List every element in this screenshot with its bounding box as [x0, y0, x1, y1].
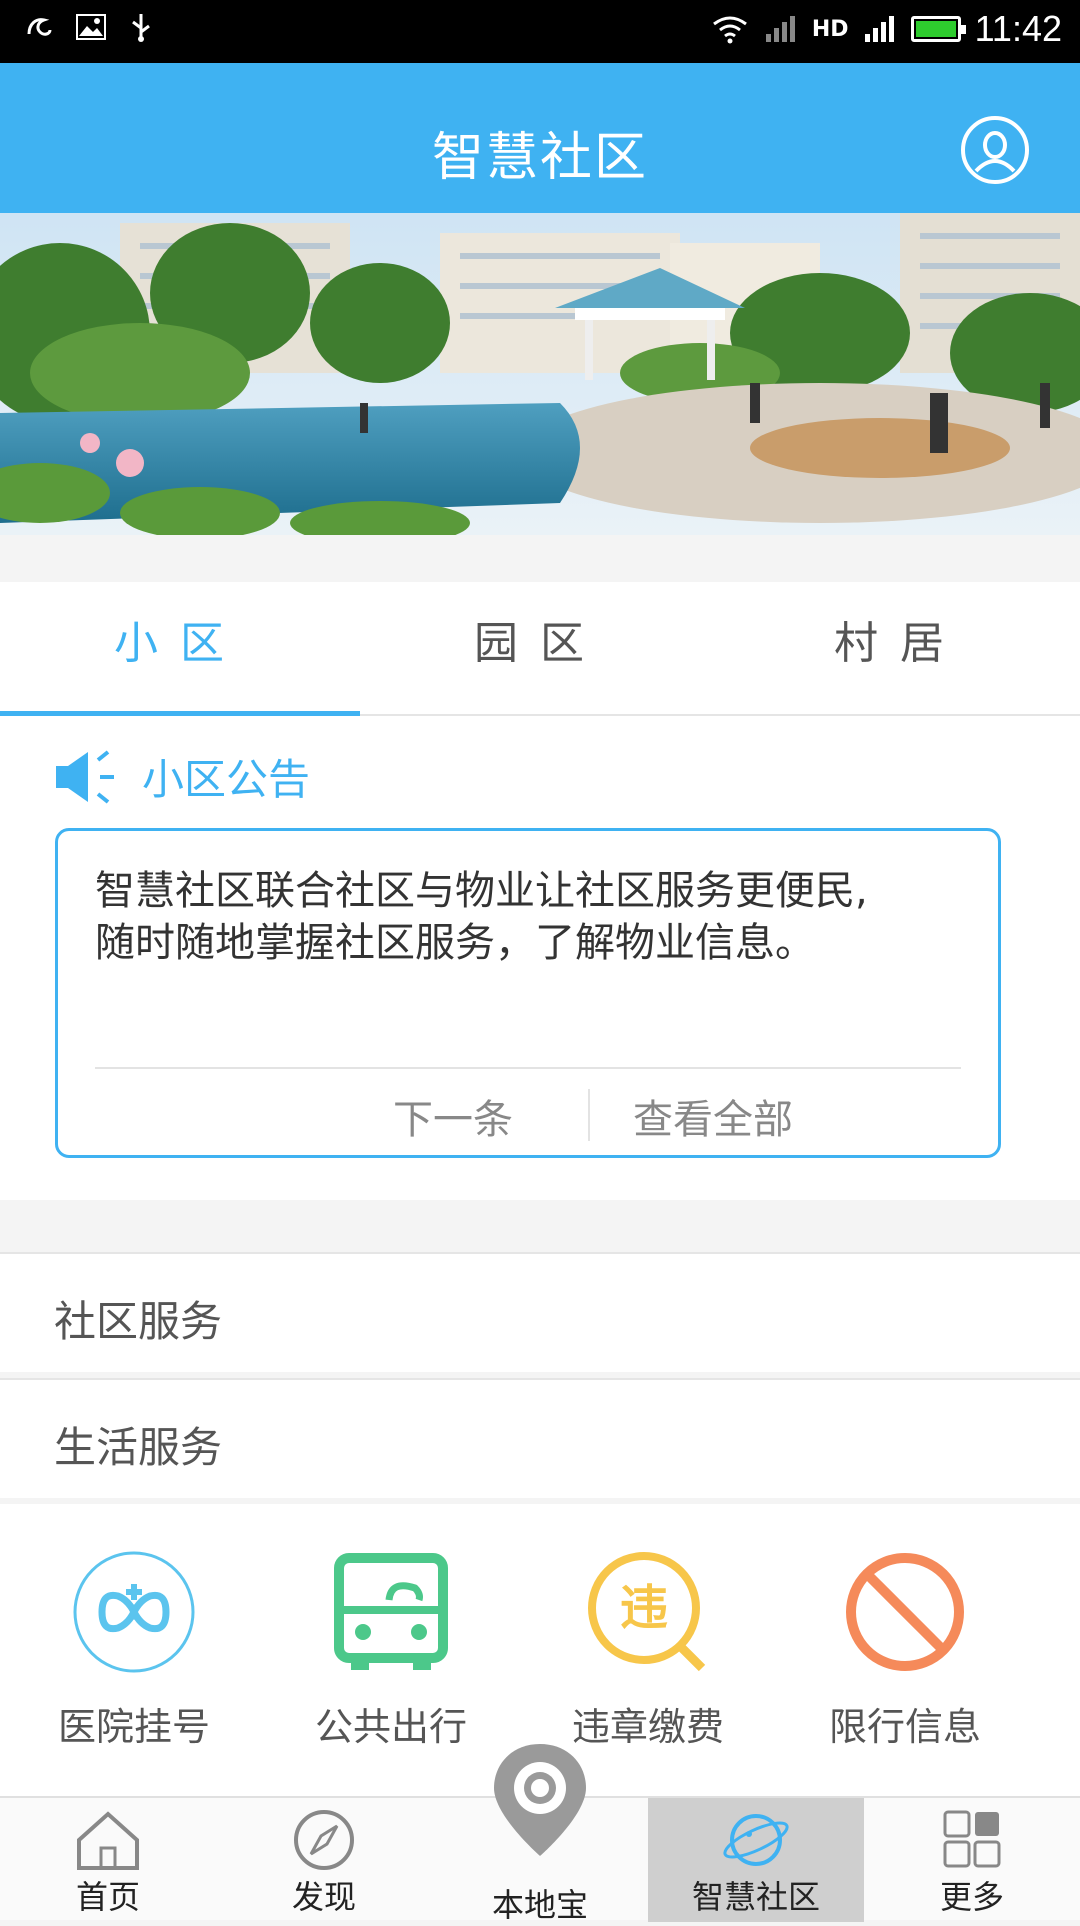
row-label: 生活服务: [54, 1423, 223, 1472]
app-header: 智慧社区: [0, 63, 1080, 213]
nav-label: 更多: [939, 1878, 1004, 1916]
tab-label: 村居: [834, 618, 966, 669]
nav-label: 智慧社区: [691, 1878, 820, 1916]
nav-more[interactable]: 更多: [864, 1798, 1080, 1922]
nav-home[interactable]: 首页: [0, 1798, 216, 1922]
tab-label: 小区: [114, 618, 246, 669]
community-service-row[interactable]: 社区服务: [0, 1252, 1080, 1372]
location-pin-icon[interactable]: [490, 1740, 590, 1860]
notice-content: 智慧社区联合社区与物业让社区服务更便民, 随时随地掌握社区服务，了解物业信息。: [95, 865, 968, 969]
service-transit[interactable]: 公共出行: [281, 1550, 501, 1751]
tab-label: 园区: [474, 618, 606, 669]
divider: [588, 1089, 590, 1141]
battery-icon: [910, 16, 966, 42]
violation-icon: 违: [588, 1552, 706, 1672]
violation-glyph: 违: [620, 1580, 668, 1636]
status-icons-left: [24, 12, 154, 42]
status-bar: HD 11:42: [0, 0, 1080, 63]
view-all-button[interactable]: 查看全部: [633, 1087, 793, 1145]
service-label: 公共出行: [314, 1705, 467, 1749]
notice-title: 小区公告: [142, 755, 311, 804]
category-tabs: 小区 园区 村居: [0, 582, 1080, 716]
service-label: 限行信息: [828, 1705, 981, 1749]
nav-discover[interactable]: 发现: [216, 1798, 432, 1922]
notice-section: 小区公告 智慧社区联合社区与物业让社区服务更便民, 随时随地掌握社区服务，了解物…: [0, 716, 1080, 1200]
user-profile-icon[interactable]: [960, 115, 1030, 185]
service-label: 医院挂号: [57, 1705, 210, 1749]
nav-label: 本地宝: [491, 1886, 588, 1924]
compass-icon: [294, 1810, 354, 1870]
network-type-label: HD: [811, 16, 849, 42]
notice-line: 随时随地掌握社区服务，了解物业信息。: [95, 920, 815, 966]
planet-icon: [723, 1814, 789, 1866]
usb-icon: [132, 14, 150, 42]
notice-card[interactable]: 智慧社区联合社区与物业让社区服务更便民, 随时随地掌握社区服务，了解物业信息。 …: [55, 828, 1001, 1158]
grid-icon: [943, 1810, 1001, 1868]
banner-image[interactable]: [0, 213, 1080, 535]
life-service-row[interactable]: 生活服务: [0, 1378, 1080, 1498]
hospital-icon: [73, 1551, 195, 1673]
gallery-icon: [76, 14, 106, 40]
service-hospital[interactable]: 医院挂号: [24, 1550, 244, 1751]
status-icons-right: HD 11:42: [710, 8, 1062, 50]
signal-weak-icon: [765, 16, 795, 42]
tab-village[interactable]: 村居: [720, 582, 1080, 714]
notice-actions: 下一条 查看全部: [58, 1069, 998, 1159]
community-landscape-image: [0, 213, 1080, 535]
speaker-icon: [56, 749, 114, 804]
nav-label: 发现: [291, 1878, 356, 1916]
bus-icon: [334, 1553, 448, 1670]
page-title: 智慧社区: [431, 128, 648, 188]
notice-header: 小区公告: [54, 746, 310, 807]
wifi-icon: [712, 16, 747, 44]
uc-browser-icon: [27, 18, 52, 36]
home-icon: [77, 1811, 139, 1870]
service-violation[interactable]: 违 违章缴费: [538, 1550, 758, 1751]
tab-park[interactable]: 园区: [360, 582, 720, 714]
signal-icon: [864, 16, 894, 42]
status-time: 11:42: [974, 8, 1062, 49]
next-notice-button[interactable]: 下一条: [393, 1087, 513, 1145]
service-restriction[interactable]: 限行信息: [795, 1550, 1015, 1751]
nav-smart-community[interactable]: 智慧社区: [648, 1798, 864, 1922]
bottom-nav: 首页 发现 本地宝 智慧社区 更多: [0, 1744, 1080, 1924]
nav-label: 首页: [75, 1878, 140, 1916]
notice-line: 智慧社区联合社区与物业让社区服务更便民,: [95, 868, 868, 914]
row-label: 社区服务: [54, 1297, 223, 1346]
restriction-icon: [846, 1553, 964, 1671]
tab-community[interactable]: 小区: [0, 582, 360, 716]
